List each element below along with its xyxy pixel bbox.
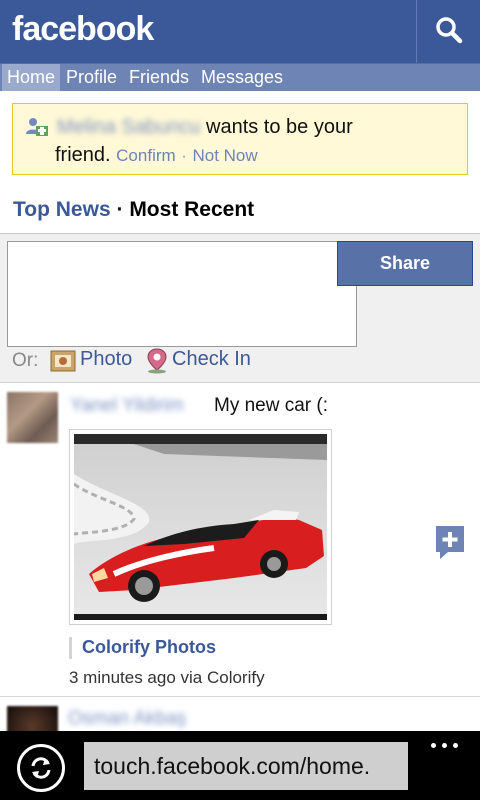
story-photo[interactable] xyxy=(69,429,332,625)
friend-request-actions: friend. Confirm · Not Now xyxy=(55,144,258,167)
avatar[interactable] xyxy=(7,392,58,443)
top-news-link[interactable]: Top News xyxy=(13,198,111,221)
search-icon xyxy=(436,17,463,44)
or-label: Or: xyxy=(12,350,39,371)
status-input[interactable] xyxy=(7,241,357,347)
news-story: Yanel Yildirim My new car (: Colorify Ph… xyxy=(0,383,480,697)
request-text-1: wants to be your xyxy=(206,116,353,138)
story-author[interactable]: Yanel Yildirim xyxy=(70,395,184,417)
status-composer: Share Or: Photo Check In xyxy=(0,233,480,383)
friend-request-text: Melina Sabuncu wants to be your xyxy=(57,116,353,139)
most-recent-label: Most Recent xyxy=(129,198,255,221)
nav-profile[interactable]: Profile xyxy=(61,64,122,91)
not-now-link[interactable]: Not Now xyxy=(192,146,257,165)
confirm-link[interactable]: Confirm xyxy=(116,146,176,165)
browser-app-bar: touch.facebook.com/home. xyxy=(0,731,480,800)
refresh-icon xyxy=(31,757,51,779)
filter-separator: · xyxy=(116,198,124,221)
more-icon xyxy=(431,743,436,748)
red-car-photo xyxy=(74,434,327,620)
story-timestamp: 3 minutes ago via Colorify xyxy=(69,668,265,687)
photo-label: Photo xyxy=(80,348,133,370)
app-attribution-link[interactable]: Colorify Photos xyxy=(69,637,216,659)
search-button[interactable] xyxy=(416,0,480,63)
url-text: touch.facebook.com/home. xyxy=(94,753,371,779)
request-text-2: friend. xyxy=(55,144,111,166)
add-comment-button[interactable] xyxy=(434,524,466,565)
author-name[interactable]: Yanel Yildirim xyxy=(70,395,184,416)
share-button[interactable]: Share xyxy=(337,241,473,286)
check-in-label: Check In xyxy=(172,348,251,370)
nav-messages[interactable]: Messages xyxy=(196,64,288,91)
friend-request-icon xyxy=(26,118,48,136)
story-message: My new car (: xyxy=(214,395,329,416)
feed-filter: Top News · Most Recent xyxy=(13,198,254,222)
more-button[interactable] xyxy=(428,739,460,753)
refresh-button[interactable] xyxy=(17,744,65,792)
nav-home[interactable]: Home xyxy=(2,64,61,91)
photo-icon xyxy=(50,350,76,372)
author-name[interactable]: Osman Akbaş xyxy=(68,708,186,729)
location-pin-icon xyxy=(147,348,167,374)
app-header: facebook xyxy=(0,0,480,63)
address-bar[interactable]: touch.facebook.com/home. xyxy=(84,742,408,790)
action-separator: · xyxy=(181,146,187,165)
facebook-logo[interactable]: facebook xyxy=(12,10,154,49)
comment-add-icon xyxy=(436,526,464,559)
friend-request-box: Melina Sabuncu wants to be your friend. … xyxy=(12,103,468,175)
story-author[interactable]: Osman Akbaş xyxy=(68,708,186,730)
main-nav: Home Profile Friends Messages xyxy=(0,63,480,91)
nav-friends[interactable]: Friends xyxy=(124,64,194,91)
requester-name[interactable]: Melina Sabuncu xyxy=(57,116,200,138)
